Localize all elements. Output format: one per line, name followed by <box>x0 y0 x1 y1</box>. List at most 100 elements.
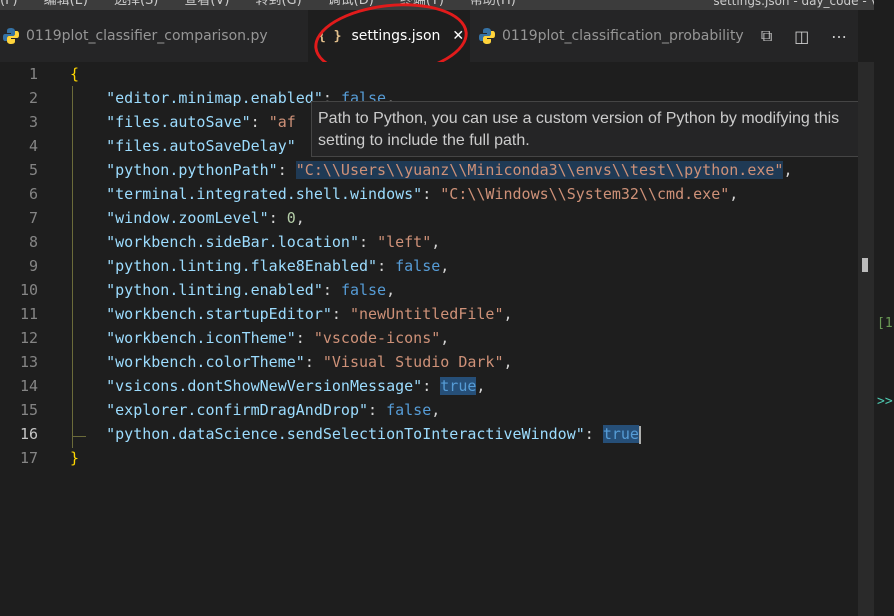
setting-value: "vscode-icons" <box>313 329 441 347</box>
line-code: "workbench.iconTheme": "vscode-icons", <box>70 326 449 350</box>
comma: , <box>783 161 793 179</box>
more-actions-icon[interactable]: ⋯ <box>831 27 847 46</box>
setting-value: 0 <box>286 209 296 227</box>
code-line[interactable]: 14 "vsicons.dontShowNewVersionMessage": … <box>0 374 858 398</box>
line-number: 2 <box>28 89 38 107</box>
setting-value: "left" <box>377 233 432 251</box>
code-line[interactable]: 13 "workbench.colorTheme": "Visual Studi… <box>0 350 858 374</box>
vertical-scrollbar[interactable] <box>858 62 874 616</box>
code-line[interactable]: 5 "python.pythonPath": "C:\\Users\\yuanz… <box>0 158 858 182</box>
line-code: "workbench.sideBar.location": "left", <box>70 230 440 254</box>
code-line[interactable]: 12 "workbench.iconTheme": "vscode-icons"… <box>0 326 858 350</box>
window-title: settings.json - day_code - Vis <box>713 0 888 8</box>
separator: : <box>359 233 378 251</box>
menu-debug[interactable]: 调试(D) <box>328 0 374 10</box>
line-number: 1 <box>28 65 38 83</box>
setting-key: "workbench.colorTheme" <box>106 353 305 371</box>
menu-help[interactable]: 帮助(H) <box>470 0 516 10</box>
setting-key: "workbench.sideBar.location" <box>106 233 359 251</box>
code-line[interactable]: 15 "explorer.confirmDragAndDrop": false, <box>0 398 858 422</box>
menu-terminal[interactable]: 终端(T) <box>400 0 444 10</box>
separator: : <box>277 161 296 179</box>
menu-selection[interactable]: 选择(S) <box>114 0 158 10</box>
setting-key: "editor.minimap.enabled" <box>106 89 323 107</box>
line-code: "files.autoSaveDelay" <box>70 134 296 158</box>
setting-value: "C:\\Windows\\System32\\cmd.exe" <box>440 185 730 203</box>
line-code: "python.pythonPath": "C:\\Users\\yuanz\\… <box>70 158 792 182</box>
separator: : <box>268 209 287 227</box>
setting-value: "af <box>268 113 296 131</box>
line-number: 11 <box>19 305 38 323</box>
scrollbar-thumb[interactable] <box>862 258 868 272</box>
setting-key: "python.linting.enabled" <box>106 281 323 299</box>
setting-value: "C:\\Users\\yuanz\\Miniconda3\\envs\\tes… <box>295 161 784 179</box>
comma: , <box>431 401 441 419</box>
line-number: 4 <box>28 137 38 155</box>
code-line[interactable]: 17} <box>0 446 858 470</box>
split-editor-icon[interactable]: ◫ <box>794 27 809 46</box>
code-line[interactable]: 9 "python.linting.flake8Enabled": false, <box>0 254 858 278</box>
setting-key: "terminal.integrated.shell.windows" <box>106 185 423 203</box>
panel-fragment: >> <box>877 394 893 409</box>
separator: : <box>422 377 441 395</box>
open-preview-icon[interactable]: ⧉ <box>761 26 772 46</box>
code-line[interactable]: 8 "workbench.sideBar.location": "left", <box>0 230 858 254</box>
menu-go[interactable]: 转到(G) <box>255 0 301 10</box>
line-number: 16 <box>19 425 38 443</box>
code-line[interactable]: 7 "window.zoomLevel": 0, <box>0 206 858 230</box>
menu-file[interactable]: (F) <box>0 0 18 10</box>
menu-items: (F) 编辑(E) 选择(S) 查看(V) 转到(G) 调试(D) 终端(T) … <box>0 0 516 10</box>
code-line[interactable]: 16 "python.dataScience.sendSelectionToIn… <box>0 422 858 446</box>
setting-key: "files.autoSave" <box>106 113 251 131</box>
comma: , <box>503 305 513 323</box>
json-braces-icon: { } <box>318 28 342 44</box>
setting-key: "python.linting.flake8Enabled" <box>106 257 378 275</box>
code-line[interactable]: 11 "workbench.startupEditor": "newUntitl… <box>0 302 858 326</box>
comma: , <box>440 257 450 275</box>
tab-label: 0119plot_classification_probability <box>502 28 744 44</box>
comma: , <box>503 353 513 371</box>
editor-actions: ⧉ ◫ ⋯ <box>750 10 858 62</box>
setting-value: "Visual Studio Dark" <box>322 353 504 371</box>
separator: : <box>322 281 341 299</box>
line-number: 13 <box>19 353 38 371</box>
comma: , <box>386 281 396 299</box>
tab-settings-json[interactable]: { } settings.json ✕ <box>308 10 470 62</box>
separator: : <box>295 329 314 347</box>
line-number: 8 <box>28 233 38 251</box>
setting-value: false <box>386 401 432 419</box>
code-line[interactable]: 6 "terminal.integrated.shell.windows": "… <box>0 182 858 206</box>
python-icon <box>3 28 19 44</box>
comma: , <box>431 233 441 251</box>
close-brace: } <box>70 449 80 467</box>
setting-key: "python.dataScience.sendSelectionToInter… <box>106 425 585 443</box>
text-cursor <box>638 425 641 444</box>
code-line[interactable]: 10 "python.linting.enabled": false, <box>0 278 858 302</box>
setting-key: "workbench.iconTheme" <box>106 329 296 347</box>
setting-key: "explorer.confirmDragAndDrop" <box>106 401 369 419</box>
separator: : <box>584 425 603 443</box>
line-number: 6 <box>28 185 38 203</box>
setting-value: true <box>440 377 477 395</box>
setting-key: "vsicons.dontShowNewVersionMessage" <box>106 377 423 395</box>
menu-view[interactable]: 查看(V) <box>184 0 229 10</box>
comma: , <box>440 329 450 347</box>
line-number: 7 <box>28 209 38 227</box>
line-code: "workbench.startupEditor": "newUntitledF… <box>70 302 513 326</box>
line-code: "window.zoomLevel": 0, <box>70 206 305 230</box>
interactive-panel-edge: [1] >> <box>874 0 894 616</box>
line-number: 3 <box>28 113 38 131</box>
tab-label: 0119plot_classifier_comparison.py <box>26 28 268 44</box>
tab-classification-probability[interactable]: 0119plot_classification_probability <box>478 10 750 62</box>
line-code: "python.linting.enabled": false, <box>70 278 395 302</box>
separator: : <box>304 353 323 371</box>
tab-classifier-comparison[interactable]: 0119plot_classifier_comparison.py <box>0 10 310 62</box>
line-number: 5 <box>28 161 38 179</box>
close-icon[interactable]: ✕ <box>452 28 464 44</box>
separator: : <box>377 257 396 275</box>
code-line[interactable]: 1{ <box>0 62 858 86</box>
menu-edit[interactable]: 编辑(E) <box>44 0 88 10</box>
separator: : <box>250 113 269 131</box>
line-code: "terminal.integrated.shell.windows": "C:… <box>70 182 738 206</box>
line-code: "explorer.confirmDragAndDrop": false, <box>70 398 440 422</box>
